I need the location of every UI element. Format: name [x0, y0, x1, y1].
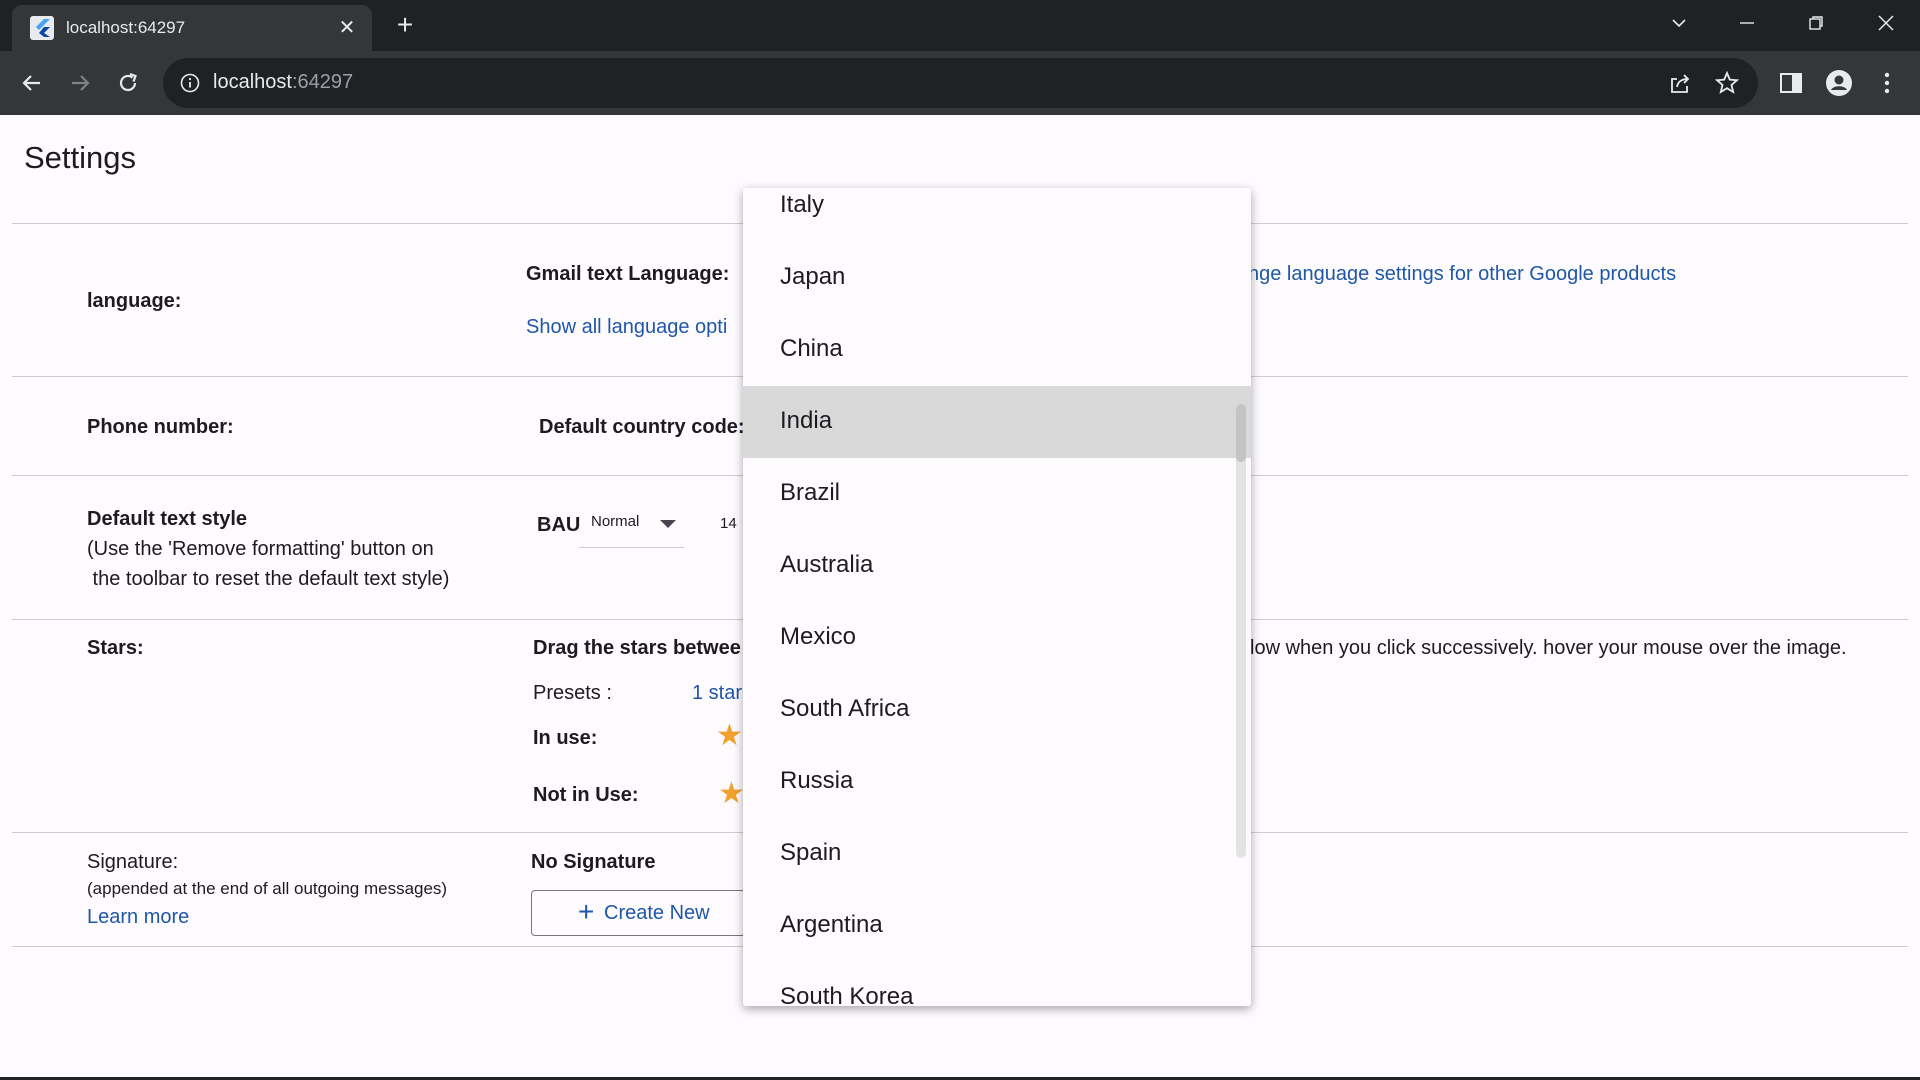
- plus-icon: +: [578, 896, 595, 927]
- not-in-use-label: Not in Use:: [533, 784, 639, 806]
- menu-dots-icon[interactable]: [1871, 67, 1903, 99]
- stars-instructions-right: low when you click successively. hover y…: [1250, 637, 1847, 659]
- signature-note: (appended at the end of all outgoing mes…: [87, 879, 448, 898]
- browser-tab-bar: localhost:64297 ✕ +: [0, 0, 1920, 51]
- font-size-value[interactable]: 14: [720, 515, 737, 532]
- default-text-style-label: Default text style: [87, 508, 248, 530]
- dropdown-item-label: South Korea: [780, 983, 914, 1006]
- flutter-icon: [30, 16, 54, 40]
- font-style-value: Normal: [591, 513, 640, 530]
- learn-more-link[interactable]: Learn more: [87, 906, 189, 929]
- bookmark-star-icon[interactable]: [1714, 70, 1740, 96]
- dropdown-item-label: Spain: [780, 839, 842, 866]
- preset-1-star-link[interactable]: 1 star: [692, 682, 742, 705]
- dropdown-scrollbar-thumb[interactable]: [1236, 404, 1246, 462]
- text-style-note-line1: (Use the 'Remove formatting' button on: [87, 538, 434, 560]
- address-bar[interactable]: localhost:64297: [163, 58, 1758, 108]
- star-icon[interactable]: ★: [716, 721, 743, 751]
- dropdown-item-russia[interactable]: Russia: [743, 746, 1251, 818]
- presets-label: Presets :: [533, 682, 612, 704]
- tab-title: localhost:64297: [66, 18, 186, 37]
- side-panel-icon[interactable]: [1775, 67, 1807, 99]
- browser-tab[interactable]: localhost:64297 ✕: [12, 5, 372, 51]
- url-text: localhost:64297: [213, 71, 353, 94]
- stars-instructions-left: Drag the stars betwee: [533, 637, 741, 659]
- show-all-language-options-link[interactable]: Show all language opti: [526, 316, 727, 339]
- dropdown-item-japan[interactable]: Japan: [743, 242, 1251, 314]
- dropdown-item-label: Japan: [780, 263, 846, 290]
- text-style-note-line2: the toolbar to reset the default text st…: [87, 568, 450, 590]
- dropdown-item-india[interactable]: India: [743, 386, 1251, 458]
- dropdown-scrollbar-track[interactable]: [1236, 404, 1246, 858]
- close-window-icon[interactable]: [1866, 8, 1906, 38]
- profile-icon[interactable]: [1823, 67, 1855, 99]
- restore-icon[interactable]: [1796, 8, 1836, 38]
- dropdown-item-argentina[interactable]: Argentina: [743, 890, 1251, 962]
- page-title: Settings: [24, 140, 137, 175]
- font-style-dropdown[interactable]: Normal: [579, 508, 684, 548]
- tab-close-icon[interactable]: ✕: [336, 17, 358, 39]
- dropdown-item-label: Brazil: [780, 479, 841, 506]
- bau-label: BAU: [537, 514, 581, 536]
- default-country-code-label: Default country code:: [539, 416, 745, 438]
- star-icon[interactable]: ★: [718, 779, 745, 809]
- dropdown-item-spain[interactable]: Spain: [743, 818, 1251, 890]
- url-host: localhost: [213, 71, 292, 93]
- minimize-icon[interactable]: [1727, 8, 1767, 38]
- share-icon[interactable]: [1667, 70, 1693, 96]
- gmail-text-language-label: Gmail text Language:: [526, 263, 730, 285]
- dropdown-item-italy[interactable]: Italy: [743, 188, 1251, 242]
- dropdown-item-south-korea[interactable]: South Korea: [743, 962, 1251, 1006]
- dropdown-item-label: Italy: [780, 191, 825, 218]
- dropdown-item-china[interactable]: China: [743, 314, 1251, 386]
- stars-label: Stars:: [87, 637, 144, 659]
- url-port: :64297: [291, 71, 354, 93]
- site-info-icon[interactable]: [179, 72, 201, 94]
- dropdown-caret-icon: [660, 520, 676, 528]
- dropdown-item-label: South Africa: [780, 695, 910, 722]
- country-code-dropdown-menu[interactable]: Italy Japan China India Brazil Australia…: [743, 188, 1251, 1006]
- back-icon[interactable]: [16, 67, 48, 99]
- dropdown-item-south-africa[interactable]: South Africa: [743, 674, 1251, 746]
- dropdown-item-brazil[interactable]: Brazil: [743, 458, 1251, 530]
- create-new-signature-button[interactable]: + Create New: [531, 890, 746, 936]
- in-use-label: In use:: [533, 727, 598, 749]
- dropdown-item-label: Argentina: [780, 911, 883, 938]
- signature-label: Signature:: [87, 851, 179, 873]
- dropdown-item-label: India: [780, 407, 833, 434]
- change-language-settings-link[interactable]: nge language settings for other Google p…: [1248, 263, 1676, 286]
- tab-search-icon[interactable]: [1659, 8, 1699, 38]
- dropdown-item-label: China: [780, 335, 843, 362]
- dropdown-item-label: Mexico: [780, 623, 857, 650]
- reload-icon[interactable]: [112, 67, 144, 99]
- browser-toolbar: localhost:64297: [0, 51, 1920, 115]
- dropdown-item-mexico[interactable]: Mexico: [743, 602, 1251, 674]
- no-signature-text: No Signature: [531, 851, 656, 873]
- language-label: language:: [87, 290, 182, 312]
- phone-number-label: Phone number:: [87, 416, 234, 438]
- forward-icon[interactable]: [64, 67, 96, 99]
- dropdown-item-label: Australia: [780, 551, 874, 578]
- create-new-label: Create New: [604, 902, 710, 924]
- dropdown-item-australia[interactable]: Australia: [743, 530, 1251, 602]
- dropdown-item-label: Russia: [780, 767, 854, 794]
- new-tab-icon[interactable]: +: [390, 11, 420, 41]
